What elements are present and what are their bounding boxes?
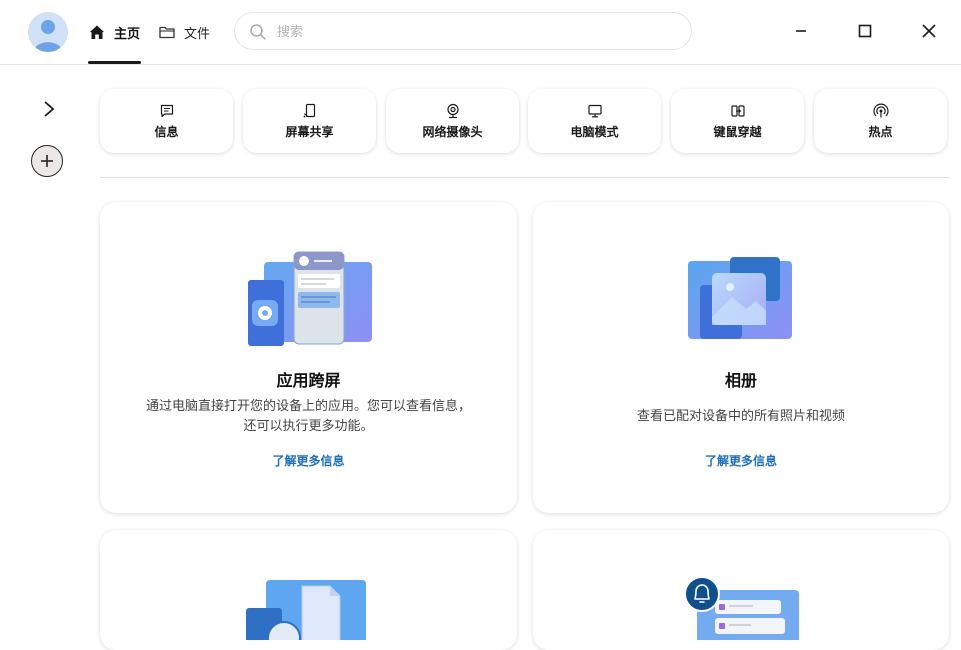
quick-action-label: 屏幕共享 [285,124,334,139]
webcam-icon [446,103,459,118]
tab-home-label: 主页 [114,26,141,42]
plus-icon [41,155,53,167]
hotspot-icon [872,103,889,117]
learn-more-link[interactable]: 了解更多信息 [100,452,517,469]
tab-files[interactable]: 文件 [158,20,210,44]
card-description: 查看已配对设备中的所有照片和视频 [636,409,845,424]
quick-action-messages[interactable]: 信息 [100,89,233,153]
active-tab-indicator [88,61,141,64]
quick-action-label: 热点 [868,124,893,139]
feature-card-apps[interactable]: 应用跨屏 通过电脑直接打开您的设备上的应用。您可以查看信息，还可以执行更多功能。… [100,202,517,513]
section-divider [100,177,949,178]
screen-cast-icon [303,103,315,117]
avatar[interactable] [28,12,68,52]
notifications-illustration [684,576,799,640]
quick-action-label: 电脑模式 [570,124,619,139]
feature-card-gallery[interactable]: 相册 查看已配对设备中的所有照片和视频 了解更多信息 [533,202,949,513]
photo-gallery-illustration [688,257,792,339]
search-box[interactable] [234,12,692,50]
quick-action-keyboard-mouse[interactable]: 键鼠穿越 [671,89,804,153]
sidebar-expand-button[interactable] [38,98,60,120]
add-device-button[interactable] [31,145,63,177]
user-icon [34,20,62,52]
files-illustration [245,580,366,640]
card-title: 应用跨屏 [276,371,341,390]
card-title: 相册 [724,371,757,390]
feature-card-files[interactable] [100,530,517,650]
message-icon [160,104,173,117]
quick-action-hotspot[interactable]: 热点 [814,89,947,153]
keyboard-mouse-icon [730,104,745,117]
quick-action-label: 信息 [154,124,179,139]
tab-files-label: 文件 [184,26,211,42]
phone-apps-illustration [247,251,372,346]
title-bar: 主页 文件 [0,0,961,65]
quick-action-screen-share[interactable]: 屏幕共享 [243,89,376,153]
monitor-icon [587,104,602,117]
maximize-icon [858,24,872,38]
minimize-button[interactable] [790,20,812,42]
search-icon [250,24,266,40]
home-icon [90,25,104,39]
feature-card-notifications[interactable] [533,530,949,650]
quick-action-webcam[interactable]: 网络摄像头 [386,89,519,153]
learn-more-link[interactable]: 了解更多信息 [533,452,949,469]
minimize-icon [796,30,806,32]
card-description: 通过电脑直接打开您的设备上的应用。您可以查看信息，还可以执行更多功能。 [145,399,471,434]
chevron-right-icon [44,101,55,117]
quick-action-pc-mode[interactable]: 电脑模式 [528,89,661,153]
tab-home[interactable]: 主页 [88,20,140,44]
quick-action-label: 网络摄像头 [422,124,483,139]
folder-icon [159,26,175,39]
maximize-button[interactable] [854,20,876,42]
close-icon [922,24,936,38]
quick-action-label: 键鼠穿越 [713,124,762,139]
search-input[interactable] [275,21,679,43]
close-button[interactable] [918,20,940,42]
